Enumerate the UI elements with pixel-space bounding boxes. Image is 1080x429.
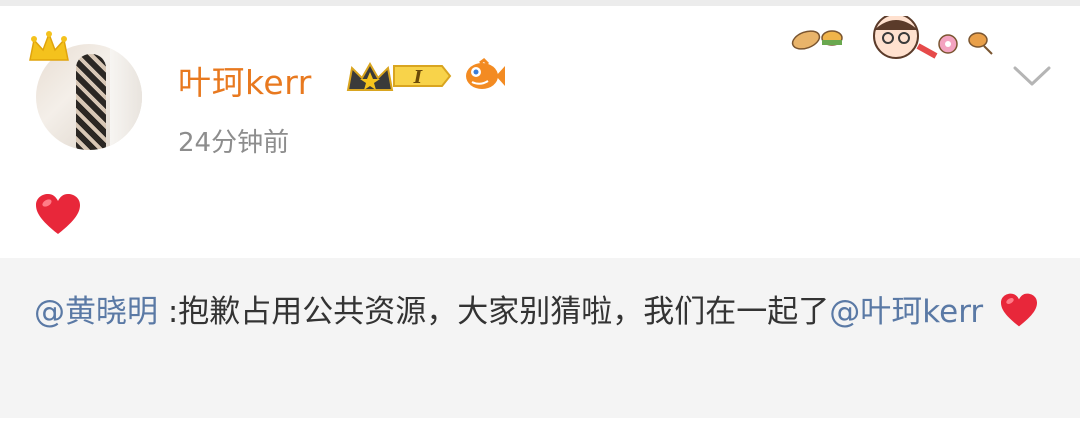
card-decoration-icon	[791, 16, 993, 59]
chevron-down-icon[interactable]	[1012, 64, 1052, 88]
reposted-content[interactable]: @黄晓明 :抱歉占用公共资源，大家别猜啦，我们在一起了@叶珂kerr	[0, 258, 1080, 418]
bottom-divider	[0, 418, 1080, 429]
username[interactable]: 叶珂kerr	[178, 56, 312, 104]
mention-target-link[interactable]: @叶珂kerr	[829, 294, 983, 330]
repost-body-text: :抱歉占用公共资源，大家别猜啦，我们在一起了	[158, 294, 830, 330]
vip-badge-icon[interactable]: I	[344, 58, 454, 94]
heart-icon	[1001, 293, 1038, 327]
repost-text: @黄晓明 :抱歉占用公共资源，大家别猜啦，我们在一起了@叶珂kerr	[34, 284, 1044, 340]
vip-level-text: I	[413, 67, 423, 88]
heart-icon	[36, 194, 80, 234]
post-timestamp: 24分钟前	[178, 128, 290, 158]
post-card: 叶珂kerr I 24分钟前	[0, 6, 1080, 258]
fish-badge-icon[interactable]	[462, 58, 506, 94]
mention-author-link[interactable]: @黄晓明	[34, 294, 158, 330]
crown-icon	[29, 31, 69, 61]
